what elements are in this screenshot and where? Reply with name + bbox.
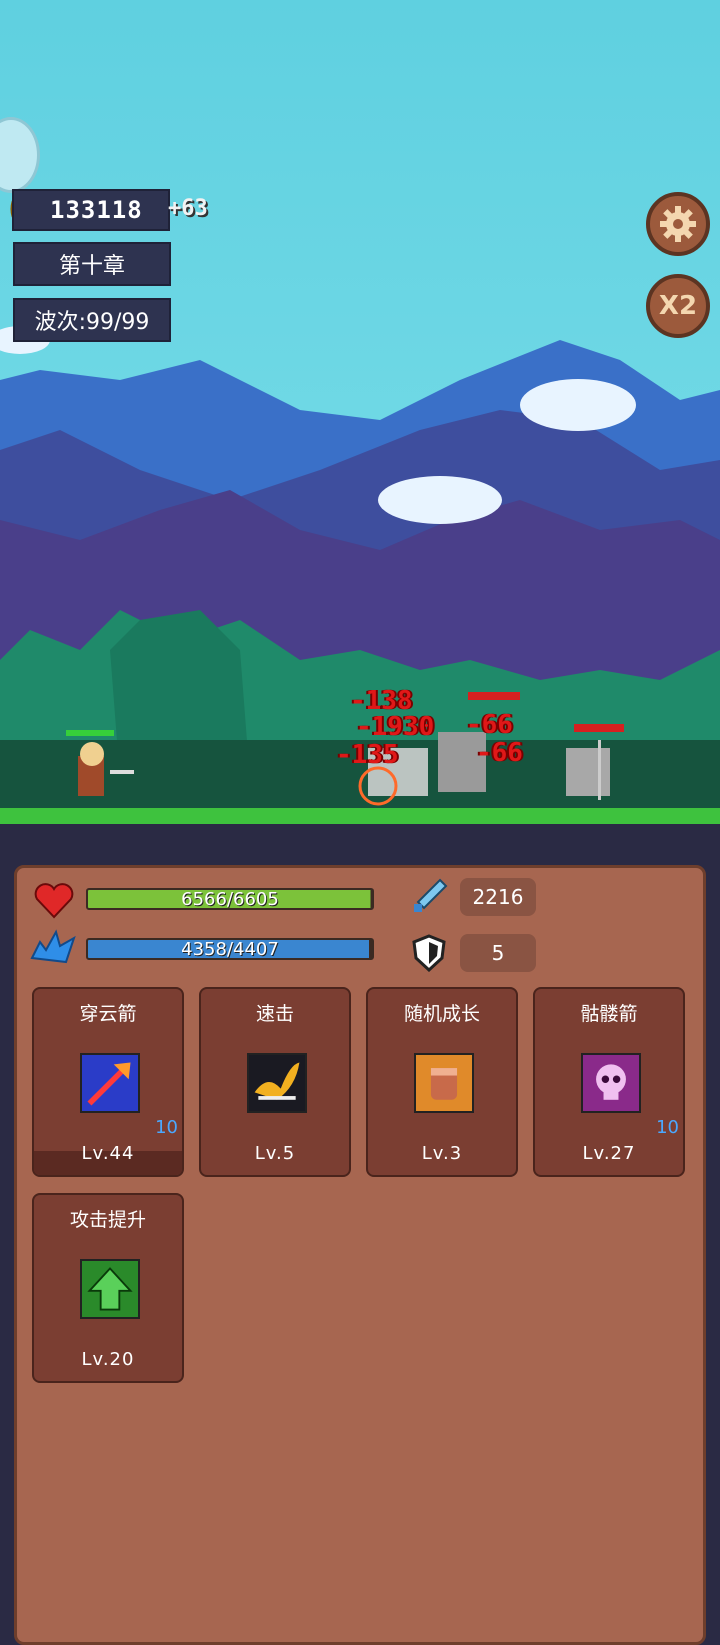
- mp-bar: 4358/4407: [86, 938, 374, 960]
- damage-number: -66: [466, 710, 513, 740]
- skill-card-skull-arrow[interactable]: 骷髅箭 10 Lv.27: [533, 987, 685, 1177]
- skill-card-quick-strike[interactable]: 速击 Lv.5: [199, 987, 351, 1177]
- skill-card-random-growth[interactable]: 随机成长 Lv.3: [366, 987, 518, 1177]
- attack-value: 2216: [460, 878, 536, 916]
- shield-icon: [412, 934, 446, 972]
- skill-name: 速击: [255, 1003, 294, 1025]
- skill-count: 10: [656, 1117, 679, 1138]
- skull-icon: [581, 1053, 641, 1113]
- skill-card-piercing-arrow[interactable]: 穿云箭 10 Lv.44: [32, 987, 184, 1177]
- mana-icon: [30, 929, 76, 964]
- wave-counter: 波次:99/99: [13, 298, 171, 342]
- quick-strike-icon: [247, 1053, 307, 1113]
- skill-name: 随机成长: [403, 1003, 480, 1025]
- sword-icon: [414, 878, 448, 912]
- coin-counter: 133118: [12, 189, 170, 231]
- skill-level: Lv.5: [254, 1143, 296, 1164]
- gear-icon: [660, 206, 696, 242]
- arrow-up-icon: [80, 1259, 140, 1319]
- damage-number: -135: [336, 740, 399, 770]
- speed-x2-button[interactable]: X2: [646, 274, 710, 338]
- skill-level: Lv.27: [582, 1143, 636, 1164]
- damage-number: -1930: [356, 712, 435, 742]
- defense-value: 5: [460, 934, 536, 972]
- skill-card-attack-boost[interactable]: 攻击提升 Lv.20: [32, 1193, 184, 1383]
- skill-name: 骷髅箭: [580, 1003, 638, 1025]
- skill-level: Lv.3: [421, 1143, 463, 1164]
- chapter-label: 第十章: [13, 242, 171, 286]
- battle-scene: -138 -1930 -66 -135 -66: [0, 0, 720, 840]
- skill-level: Lv.20: [81, 1349, 135, 1370]
- settings-button[interactable]: [646, 192, 710, 256]
- hp-bar: 6566/6605: [86, 888, 374, 910]
- piercing-arrow-icon: [80, 1053, 140, 1113]
- heart-icon: [34, 883, 74, 919]
- damage-number: -66: [476, 738, 523, 768]
- skill-name: 攻击提升: [69, 1209, 146, 1231]
- skill-level: Lv.44: [81, 1143, 135, 1164]
- skill-name: 穿云箭: [79, 1003, 137, 1025]
- fist-icon: [414, 1053, 474, 1113]
- coin-bonus: +63: [168, 196, 208, 221]
- skill-count: 10: [155, 1117, 178, 1138]
